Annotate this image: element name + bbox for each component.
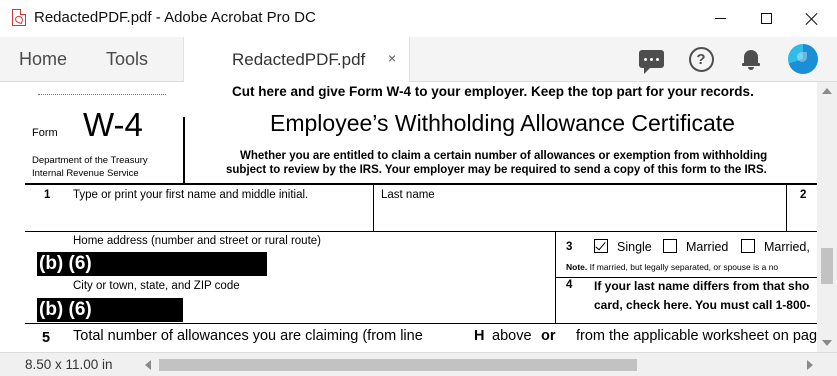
scroll-right-icon[interactable] bbox=[807, 360, 813, 370]
form-subtitle-1: Whether you are entitled to claim a cert… bbox=[240, 150, 768, 162]
form-label: Form bbox=[32, 127, 58, 139]
cut-instruction: Cut here and give Form W-4 to your emplo… bbox=[232, 84, 754, 99]
form-rule bbox=[555, 232, 556, 323]
form-subtitle-2: subject to review by the IRS. Your emplo… bbox=[226, 164, 767, 176]
married-higher-label: Married, bbox=[764, 240, 810, 254]
note-bold: Note. bbox=[566, 262, 588, 272]
field-1-number: 1 bbox=[44, 189, 51, 201]
window-title: RedactedPDF.pdf - Adobe Acrobat Pro DC bbox=[34, 9, 316, 26]
close-tab-button[interactable]: × bbox=[388, 50, 396, 66]
vertical-scrollbar[interactable] bbox=[817, 82, 837, 352]
field-5-number: 5 bbox=[42, 330, 51, 346]
allowances-text-b: above bbox=[492, 328, 532, 344]
field-4-number: 4 bbox=[566, 279, 573, 291]
cut-dotted-line bbox=[38, 94, 166, 95]
or-bold: or bbox=[541, 328, 556, 344]
vertical-scroll-thumb[interactable] bbox=[821, 248, 833, 284]
single-label: Single bbox=[617, 240, 652, 254]
filing-note: Note. If married, but legally separated,… bbox=[566, 262, 778, 272]
field-2-number: 2 bbox=[800, 189, 807, 201]
checkmark-icon bbox=[595, 239, 606, 251]
document-view[interactable]: Cut here and give Form W-4 to your emplo… bbox=[0, 82, 817, 352]
title-bar: RedactedPDF.pdf - Adobe Acrobat Pro DC bbox=[0, 0, 837, 37]
allowances-or: or bbox=[541, 328, 556, 344]
form-title: Employee’s Withholding Allowance Certifi… bbox=[270, 110, 735, 136]
name-differs-line-1: If your last name differs from that sho bbox=[594, 279, 810, 293]
status-bar: 8.50 x 11.00 in bbox=[0, 352, 837, 376]
allowances-text-a: Total number of allowances you are claim… bbox=[73, 328, 423, 344]
line-h-bold: H bbox=[474, 328, 485, 344]
maximize-button[interactable] bbox=[743, 0, 789, 37]
close-icon bbox=[805, 12, 819, 26]
first-name-label: Type or print your first name and middle… bbox=[73, 189, 309, 201]
married-higher-rate-checkbox[interactable] bbox=[741, 239, 755, 253]
city-redaction: (b) (6) bbox=[37, 298, 183, 322]
page-size: 8.50 x 11.00 in bbox=[25, 357, 113, 372]
form-rule bbox=[555, 277, 817, 278]
header-divider bbox=[183, 117, 185, 183]
profile-icon[interactable] bbox=[788, 44, 818, 74]
tab-home[interactable]: Home bbox=[19, 37, 67, 82]
married-label: Married bbox=[686, 240, 729, 254]
horizontal-scroll-thumb[interactable] bbox=[159, 359, 637, 371]
tab-tools[interactable]: Tools bbox=[106, 37, 148, 82]
home-address-redaction: (b) (6) bbox=[37, 252, 267, 276]
horizontal-scrollbar[interactable] bbox=[141, 354, 817, 376]
maximize-icon bbox=[760, 13, 772, 24]
minimize-icon bbox=[714, 18, 726, 19]
tab-bar: Home Tools RedactedPDF.pdf × ? bbox=[0, 37, 837, 82]
form-rule bbox=[25, 231, 817, 232]
note-text: If married, but legally separated, or sp… bbox=[589, 262, 779, 272]
city-label: City or town, state, and ZIP code bbox=[73, 280, 240, 292]
name-differs-line-2: card, check here. You must call 1-800- bbox=[594, 298, 811, 312]
comment-icon[interactable] bbox=[637, 45, 665, 74]
field-3-number: 3 bbox=[566, 241, 573, 253]
minimize-button[interactable] bbox=[697, 0, 743, 37]
department-line-2: Internal Revenue Service bbox=[32, 168, 139, 179]
help-icon[interactable]: ? bbox=[687, 45, 715, 73]
scroll-down-icon[interactable] bbox=[822, 340, 832, 346]
tab-document[interactable]: RedactedPDF.pdf × bbox=[183, 37, 410, 82]
allowances-text-c: from the applicable worksheet on pag bbox=[576, 328, 817, 344]
form-rule bbox=[786, 184, 787, 231]
allowances-line-h: H bbox=[474, 328, 484, 344]
single-checkbox[interactable] bbox=[594, 239, 608, 253]
department-line-1: Department of the Treasury bbox=[32, 155, 148, 166]
form-number: W-4 bbox=[83, 106, 143, 143]
bell-icon[interactable] bbox=[737, 45, 765, 73]
home-address-label: Home address (number and street or rural… bbox=[73, 235, 321, 247]
form-rule bbox=[25, 323, 817, 324]
document-tab-label: RedactedPDF.pdf bbox=[232, 49, 366, 69]
last-name-label: Last name bbox=[381, 189, 435, 201]
scroll-left-icon[interactable] bbox=[145, 360, 151, 370]
form-rule bbox=[373, 184, 374, 231]
scroll-up-icon[interactable] bbox=[822, 88, 832, 94]
close-window-button[interactable] bbox=[789, 0, 835, 37]
acrobat-pdf-icon bbox=[12, 9, 26, 26]
married-checkbox[interactable] bbox=[663, 239, 677, 253]
form-rule bbox=[25, 183, 817, 185]
